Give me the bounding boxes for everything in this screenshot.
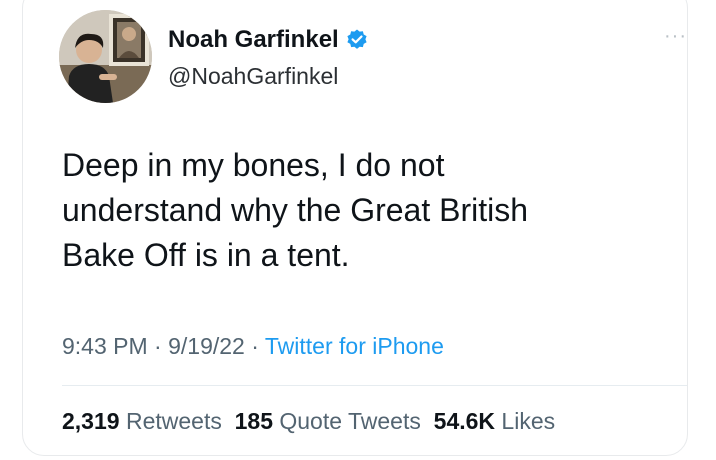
- meta-separator: ·: [244, 333, 265, 359]
- engagement-stats: 2,319 Retweets 185 Quote Tweets 54.6K Li…: [62, 408, 555, 435]
- profile-photo: [59, 10, 152, 103]
- likes-stat[interactable]: 54.6K Likes: [434, 408, 555, 434]
- meta-separator: ·: [147, 333, 169, 359]
- likes-label: Likes: [501, 408, 556, 434]
- tweet-text-line: Bake Off is in a tent.: [62, 237, 350, 273]
- tweet-date[interactable]: 9/19/22: [168, 333, 245, 359]
- quote-tweets-label: Quote Tweets: [279, 408, 421, 434]
- display-name-text[interactable]: Noah Garfinkel: [168, 26, 339, 54]
- retweets-label: Retweets: [125, 408, 222, 434]
- retweets-count: 2,319: [62, 408, 120, 434]
- tweet-text-line: Deep in my bones, I do not: [62, 147, 445, 183]
- user-handle[interactable]: @NoahGarfinkel: [168, 63, 338, 90]
- tweet-meta: 9:43 PM · 9/19/22 · Twitter for iPhone: [62, 333, 444, 360]
- tweet-text-line: understand why the Great British: [62, 192, 529, 228]
- display-name[interactable]: Noah Garfinkel: [168, 26, 369, 54]
- quote-tweets-stat[interactable]: 185 Quote Tweets: [235, 408, 421, 434]
- retweets-stat[interactable]: 2,319 Retweets: [62, 408, 222, 434]
- likes-count: 54.6K: [433, 408, 496, 434]
- quote-tweets-count: 185: [234, 408, 273, 434]
- tweet-text: Deep in my bones, I do not understand wh…: [62, 143, 662, 278]
- verified-badge-icon: [347, 29, 367, 49]
- tweet-time[interactable]: 9:43 PM: [62, 333, 148, 359]
- divider: [62, 385, 687, 386]
- more-options-icon[interactable]: ···: [664, 26, 687, 46]
- tweet-source-link[interactable]: Twitter for iPhone: [265, 333, 444, 359]
- avatar[interactable]: [59, 10, 152, 103]
